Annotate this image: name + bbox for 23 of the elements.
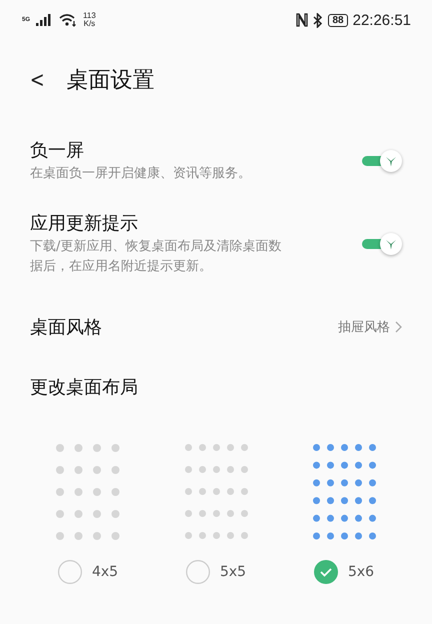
toggle-switch[interactable]: [362, 150, 402, 172]
setting-title: 应用更新提示: [30, 212, 139, 235]
clock: 22:26:51: [352, 12, 411, 28]
layout-option[interactable]: 5x5: [186, 560, 246, 584]
layout-option[interactable]: 5x6: [314, 560, 374, 584]
style-selector[interactable]: 抽屉风格: [338, 318, 402, 336]
chevron-icon: [395, 321, 402, 333]
nfc-icon: [296, 13, 308, 27]
signal-icon: [36, 14, 54, 26]
battery-indicator: 88: [328, 14, 348, 26]
setting-title: 桌面风格: [30, 316, 103, 339]
setting-description: 在桌面负一屏开启健康、资讯等服务。: [30, 165, 252, 183]
wifi-icon: [59, 14, 78, 26]
setting-title: 负一屏: [30, 139, 85, 162]
speed-unit: K/s: [84, 20, 96, 28]
bluetooth-icon: [313, 12, 324, 28]
setting-title: 更改桌面布局: [30, 376, 139, 399]
toggle-switch[interactable]: [362, 233, 402, 255]
layout-option[interactable]: 4x5: [58, 560, 118, 584]
setting-description: 下载/更新应用、恢复桌面布局及清除桌面数据后，在应用名附近提示更新。: [30, 238, 282, 276]
page-title: 桌面设置: [66, 67, 154, 95]
back-button[interactable]: <: [26, 68, 48, 92]
speed-value: 113: [83, 12, 96, 20]
